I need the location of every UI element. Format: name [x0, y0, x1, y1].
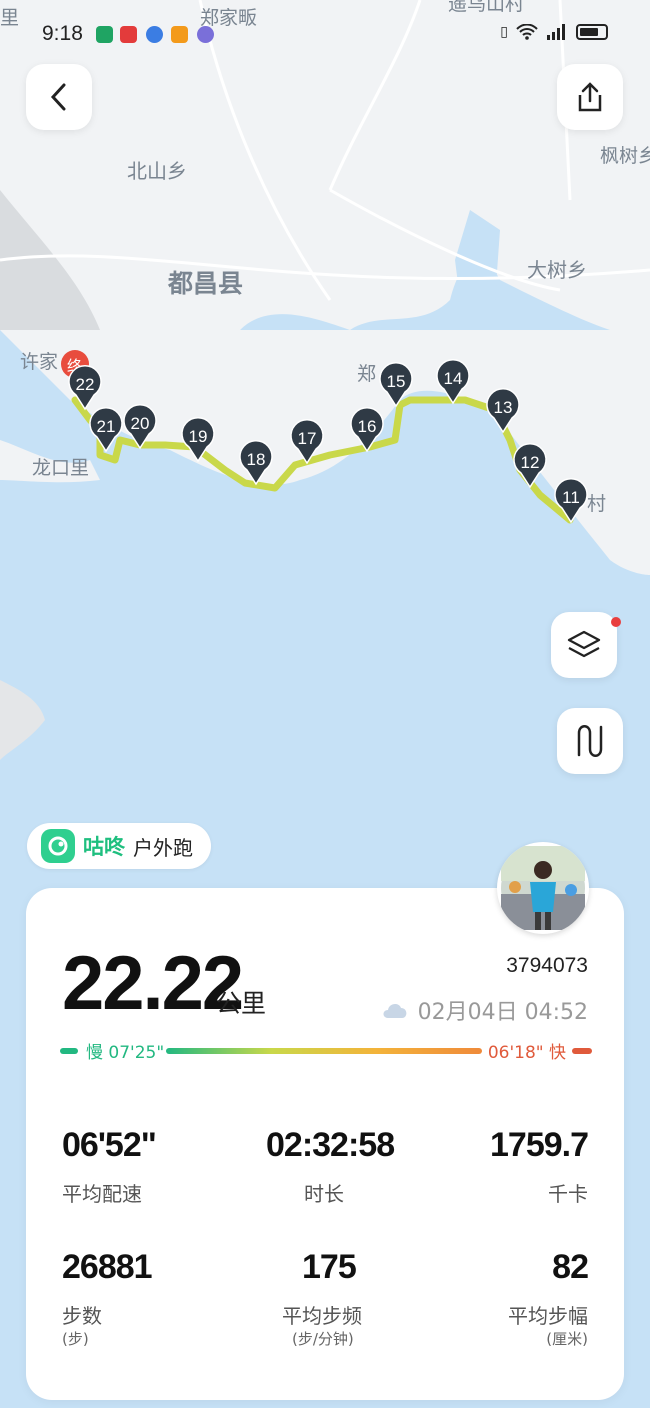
app-notification-icon	[96, 26, 113, 43]
map-layers-button[interactable]	[551, 612, 621, 678]
km-marker-label: 12	[521, 453, 540, 472]
share-button[interactable]	[557, 64, 623, 130]
km-marker-label: 11	[562, 488, 580, 507]
pace-range-bar: 慢 07'25" 06'18" 快	[60, 1038, 592, 1063]
calories-label: 千卡	[548, 1182, 588, 1206]
km-marker-label: 17	[298, 429, 317, 448]
pace-fast-label: 06'18" 快	[487, 1043, 566, 1063]
km-marker-label: 18	[247, 450, 266, 469]
duration-value: 02:32:58	[266, 1126, 395, 1164]
vibrate-icon: ▯	[500, 24, 508, 40]
place-label: 村	[587, 493, 606, 515]
notification-dot	[611, 617, 621, 627]
cloud-icon	[383, 1004, 406, 1018]
km-marker-label: 19	[189, 427, 208, 446]
km-marker-label: 13	[494, 398, 513, 417]
codoon-logo-icon	[41, 829, 75, 863]
route-playback-button[interactable]	[557, 708, 623, 774]
app-notification-icon	[171, 26, 188, 43]
place-label: 郑	[357, 363, 376, 385]
pace-slow-label: 慢 07'25"	[86, 1043, 165, 1063]
place-label: 都昌县	[167, 269, 243, 298]
cadence-value: 175	[302, 1248, 357, 1286]
stride-label: 平均步幅	[508, 1304, 588, 1328]
distance-unit: 公里	[216, 989, 267, 1018]
date-row: 02月04日 04:52	[380, 994, 588, 1026]
status-time: 9:18	[42, 22, 83, 45]
share-icon	[578, 82, 602, 112]
place-label: 许家	[20, 351, 58, 373]
place-label: 龙口里	[32, 457, 89, 479]
signal-icon	[547, 24, 565, 40]
place-label: 枫树乡	[600, 145, 650, 167]
pace-bar-slow-cap	[60, 1048, 78, 1054]
place-label: 北山乡	[127, 159, 187, 183]
back-button[interactable]	[26, 64, 92, 130]
pace-bar-fast-cap	[572, 1048, 592, 1054]
pace-gradient	[166, 1048, 482, 1054]
summary-card: 22.22 公里 3794073 02月04日 04:52 慢 07'25" 0…	[26, 888, 624, 1400]
place-label: 大树乡	[527, 258, 587, 282]
steps-unit: (步)	[62, 1330, 89, 1348]
km-marker-label: 15	[387, 372, 406, 391]
app-notification-icon	[146, 26, 163, 43]
layers-icon	[567, 630, 601, 658]
km-marker-label: 22	[76, 375, 95, 394]
battery-icon	[576, 24, 608, 40]
place-label: 遥乌山村	[448, 0, 524, 15]
source-app-badge: 咕咚 户外跑	[27, 823, 211, 869]
status-bar: 9:18 ▯	[0, 18, 650, 54]
stride-unit: (厘米)	[546, 1330, 588, 1348]
wifi-icon	[516, 24, 538, 40]
cadence-label: 平均步频	[282, 1304, 362, 1328]
app-notification-icon	[120, 26, 137, 43]
route-wave-icon	[577, 725, 603, 757]
record-id: 3794073	[506, 954, 588, 977]
activity-date: 02月04日 04:52	[417, 1000, 588, 1025]
km-marker-label: 21	[97, 417, 116, 436]
km-marker-label: 20	[131, 414, 150, 433]
avg-pace-label: 平均配速	[62, 1182, 142, 1206]
km-marker-label: 16	[358, 417, 377, 436]
user-avatar[interactable]	[497, 842, 589, 934]
steps-value: 26881	[62, 1248, 153, 1286]
avg-pace-value: 06'52"	[62, 1126, 157, 1164]
chevron-left-icon	[50, 83, 66, 111]
app-notification-icon	[197, 26, 214, 43]
stride-value: 82	[552, 1248, 589, 1286]
cadence-unit: (步/分钟)	[292, 1330, 354, 1348]
activity-type: 户外跑	[133, 835, 193, 860]
duration-label: 时长	[304, 1182, 344, 1206]
source-brand: 咕咚	[83, 835, 125, 859]
km-marker-label: 14	[444, 369, 463, 388]
steps-label: 步数	[62, 1304, 102, 1328]
calories-value: 1759.7	[490, 1126, 589, 1164]
